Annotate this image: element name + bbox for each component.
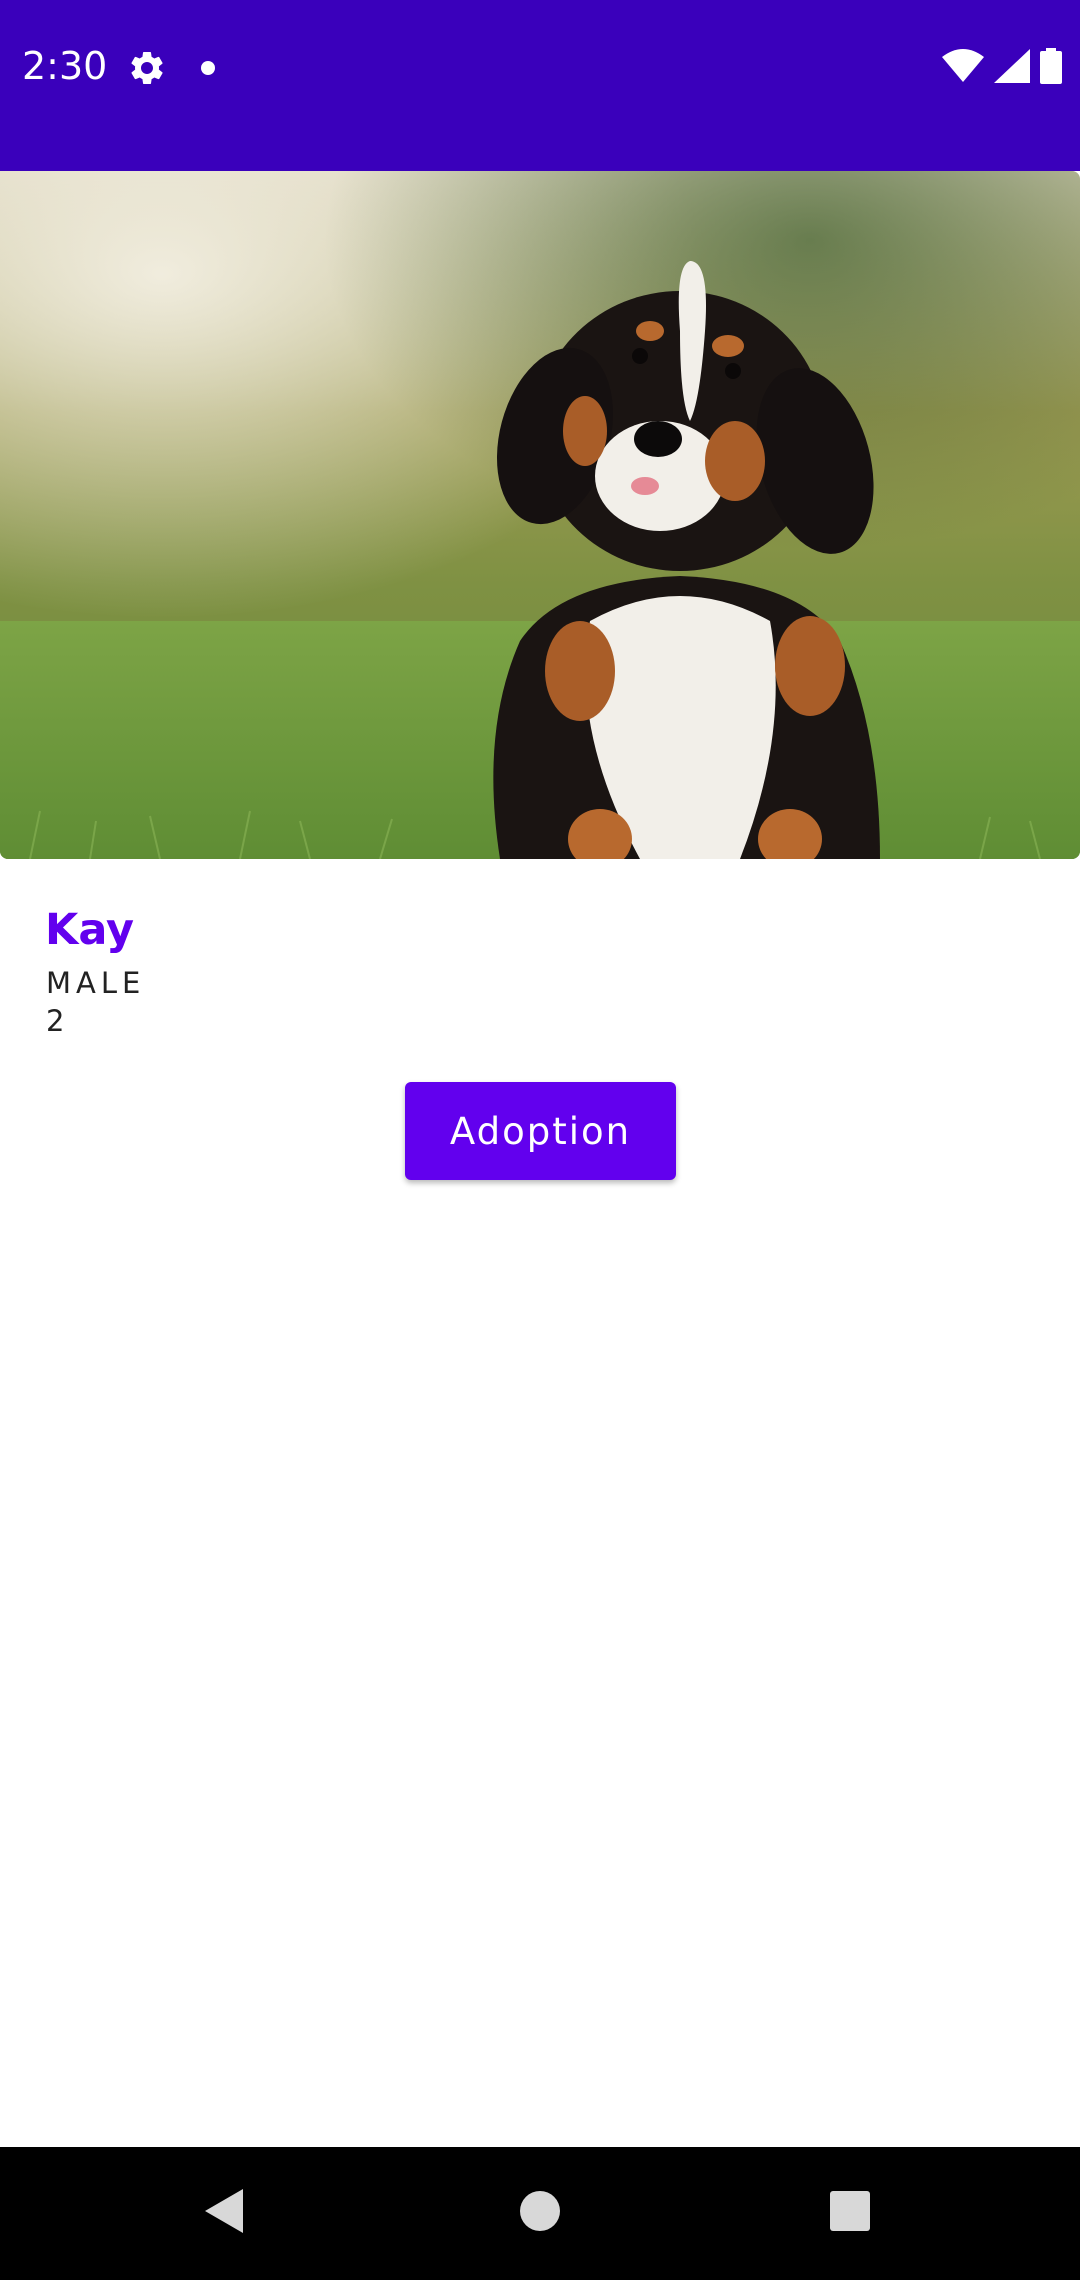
gear-icon [127,48,167,88]
adoption-button[interactable]: Adoption [405,1082,676,1180]
navigation-bar [0,2147,1080,2280]
pet-detail-screen: 2:30 Kay MALE 2 Adoption [0,0,1080,2280]
status-icons [942,47,1062,89]
battery-icon [1040,47,1062,89]
status-bar: 2:30 [0,0,1080,171]
back-button[interactable] [145,2147,305,2280]
home-icon [519,2190,561,2237]
signal-icon [994,48,1030,88]
pet-name: Kay [45,905,135,955]
pet-photo [0,171,1080,859]
status-time: 2:30 [22,44,108,88]
wifi-icon [942,48,984,88]
back-icon [203,2187,247,2240]
recents-icon [829,2190,871,2237]
pet-age: 2 [46,1004,65,1038]
home-button[interactable] [460,2147,620,2280]
recents-button[interactable] [770,2147,930,2280]
pet-sex: MALE [46,966,146,1000]
notification-dot-icon [201,61,215,75]
